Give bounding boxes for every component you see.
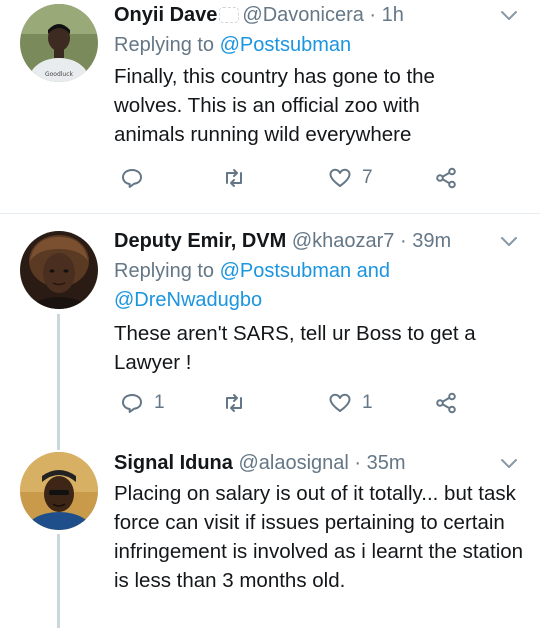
tweet-text: These aren't SARS, tell ur Boss to get a… (114, 322, 476, 374)
chevron-down-icon[interactable] (498, 4, 520, 26)
timestamp[interactable]: 35m (367, 452, 406, 474)
reply-count: 1 (154, 392, 165, 413)
replying-to: Replying to @Postsubman and @DreNwadugbo (114, 257, 520, 315)
reply-button[interactable] (120, 166, 154, 190)
display-name[interactable]: Signal Iduna (114, 452, 233, 474)
reply-icon (122, 394, 142, 413)
user-handle[interactable]: @alaosignal (238, 452, 348, 474)
thread-line (57, 534, 60, 628)
mention-link[interactable]: @Postsubman (220, 260, 351, 282)
replying-and: and (351, 260, 391, 282)
display-name[interactable]: Deputy Emir, DVM (114, 230, 286, 252)
share-icon (436, 392, 456, 414)
user-handle[interactable]: @Davonicera (242, 4, 363, 26)
tweet-text: Finally, this country has gone to the wo… (114, 65, 435, 146)
avatar[interactable]: Goodluck (20, 4, 98, 82)
action-bar: 1 1 (114, 391, 494, 421)
like-count: 1 (362, 392, 373, 413)
user-handle[interactable]: @khaozar7 (292, 230, 395, 252)
avatar[interactable] (20, 452, 98, 530)
avatar[interactable] (20, 231, 98, 309)
chevron-down-icon[interactable] (498, 230, 520, 252)
chevron-down-icon[interactable] (498, 452, 520, 474)
share-button[interactable] (434, 166, 458, 190)
tweet-2[interactable]: Deputy Emir, DVM @khaozar7 · 39m Replyin… (0, 214, 540, 432)
retweet-icon (226, 169, 242, 187)
tweet-3[interactable]: Signal Iduna @alaosignal · 35m Placing o… (0, 432, 540, 628)
thread-line (57, 314, 60, 432)
like-button[interactable]: 1 (328, 391, 373, 415)
badge-icon (219, 7, 240, 23)
tweet-1[interactable]: Goodluck Onyii Dave @Davonicera · 1h Repl… (0, 0, 540, 213)
tweet-text: Placing on salary is out of it totally..… (114, 482, 524, 592)
tweet-header: Deputy Emir, DVM @khaozar7 · 39m (114, 226, 520, 256)
mention-link[interactable]: @Postsubman (220, 34, 351, 56)
reply-icon (122, 169, 142, 188)
like-button[interactable]: 7 (328, 166, 373, 190)
retweet-button[interactable] (222, 166, 256, 190)
separator: · (399, 230, 407, 252)
retweet-button[interactable] (222, 391, 256, 415)
avatar-shirt-text: Goodluck (45, 71, 74, 78)
heart-icon (329, 393, 351, 412)
separator: · (354, 452, 362, 474)
replying-to: Replying to @Postsubman (114, 31, 520, 60)
timestamp[interactable]: 39m (412, 230, 451, 252)
retweet-icon (226, 394, 242, 412)
heart-icon (329, 168, 351, 187)
share-button[interactable] (434, 391, 458, 415)
replying-prefix: Replying to (114, 260, 220, 282)
reply-button[interactable]: 1 (120, 391, 165, 415)
mention-link-2[interactable]: @DreNwadugbo (114, 289, 262, 311)
display-name[interactable]: Onyii Dave (114, 4, 217, 26)
separator: · (369, 4, 377, 26)
share-icon (436, 167, 456, 189)
like-count: 7 (362, 167, 373, 188)
timestamp[interactable]: 1h (382, 4, 404, 26)
thread-line (57, 432, 60, 450)
tweet-header: Signal Iduna @alaosignal · 35m (114, 448, 520, 478)
tweet-header: Onyii Dave @Davonicera · 1h (114, 0, 520, 30)
action-bar: 7 (114, 166, 494, 196)
replying-prefix: Replying to (114, 34, 220, 56)
